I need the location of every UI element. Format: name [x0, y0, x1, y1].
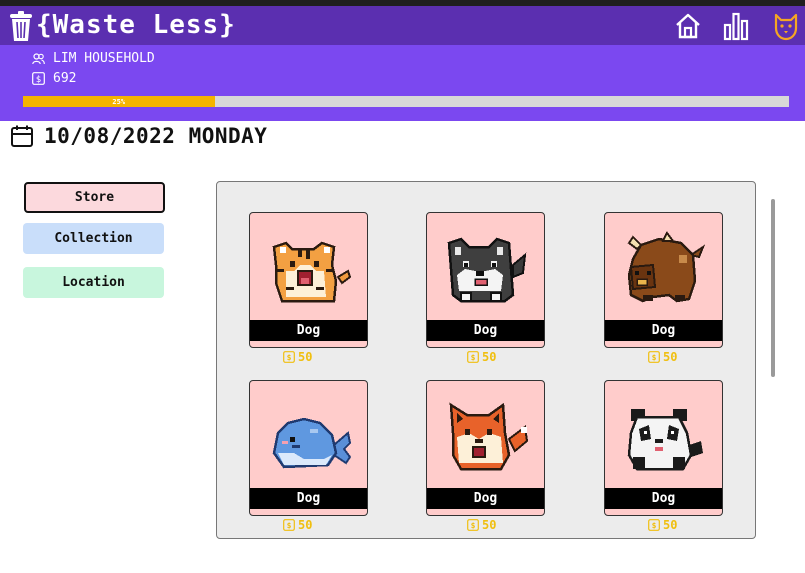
- sidebar-item-location[interactable]: Location: [23, 267, 164, 298]
- app-title: {Waste Less}: [36, 10, 236, 40]
- store-item-label: Dog: [605, 320, 722, 341]
- coin-icon: $: [467, 351, 479, 363]
- date-row: 10/08/2022 MONDAY: [10, 124, 267, 148]
- sidebar-item-store[interactable]: Store: [24, 182, 165, 213]
- store-item-fox[interactable]: Dog: [426, 380, 545, 516]
- store-item-price: $ 50: [283, 518, 312, 532]
- store-item-panda[interactable]: Dog: [604, 380, 723, 516]
- store-item-price: $ 50: [648, 518, 677, 532]
- coin-balance: 692: [53, 71, 77, 86]
- title-bar: {Waste Less}: [0, 6, 805, 45]
- tiger-icon: [272, 241, 352, 303]
- store-item-label: Dog: [250, 320, 367, 341]
- whale-icon: [272, 417, 352, 469]
- panda-icon: [627, 409, 703, 471]
- store-scrollbar[interactable]: [771, 199, 775, 377]
- calendar-icon: [11, 125, 33, 147]
- store-item-price: $ 50: [648, 350, 677, 364]
- bison-icon: [627, 231, 706, 303]
- store-item-label: Dog: [250, 488, 367, 509]
- store-item-tiger[interactable]: Dog: [249, 212, 368, 348]
- coin-icon: $: [283, 351, 295, 363]
- fox-icon: [449, 402, 529, 471]
- household-header: LIM HOUSEHOLD $ 692 25%: [0, 45, 805, 121]
- svg-text:$: $: [652, 353, 657, 362]
- store-item-price: $ 50: [467, 350, 496, 364]
- store-item-price: $ 50: [467, 518, 496, 532]
- coin-icon: $: [648, 351, 660, 363]
- coin-icon: $: [32, 72, 45, 85]
- bar-chart-icon[interactable]: [721, 11, 751, 41]
- store-item-husky[interactable]: Dog: [426, 212, 545, 348]
- trash-can-icon: [10, 11, 32, 41]
- svg-text:$: $: [287, 353, 292, 362]
- husky-icon: [447, 237, 527, 303]
- store-item-label: Dog: [427, 320, 544, 341]
- coin-icon: $: [467, 519, 479, 531]
- svg-text:$: $: [471, 521, 476, 530]
- dog-face-icon[interactable]: [771, 11, 801, 41]
- home-icon[interactable]: [673, 11, 703, 41]
- store-item-whale[interactable]: Dog: [249, 380, 368, 516]
- svg-text:$: $: [652, 521, 657, 530]
- coin-icon: $: [648, 519, 660, 531]
- users-icon: [32, 52, 45, 64]
- household-name: LIM HOUSEHOLD: [53, 51, 155, 66]
- progress-bar: 25%: [23, 96, 789, 107]
- coin-balance-row: $ 692: [32, 71, 76, 86]
- svg-text:$: $: [36, 75, 41, 85]
- store-item-price: $ 50: [283, 350, 312, 364]
- store-item-bison[interactable]: Dog: [604, 212, 723, 348]
- coin-icon: $: [283, 519, 295, 531]
- store-item-label: Dog: [605, 488, 722, 509]
- current-date: 10/08/2022 MONDAY: [44, 124, 268, 148]
- progress-label: 25%: [112, 97, 126, 106]
- svg-text:$: $: [471, 353, 476, 362]
- store-item-label: Dog: [427, 488, 544, 509]
- svg-text:$: $: [287, 521, 292, 530]
- sidebar-item-collection[interactable]: Collection: [23, 223, 164, 254]
- household-name-row: LIM HOUSEHOLD: [32, 51, 155, 66]
